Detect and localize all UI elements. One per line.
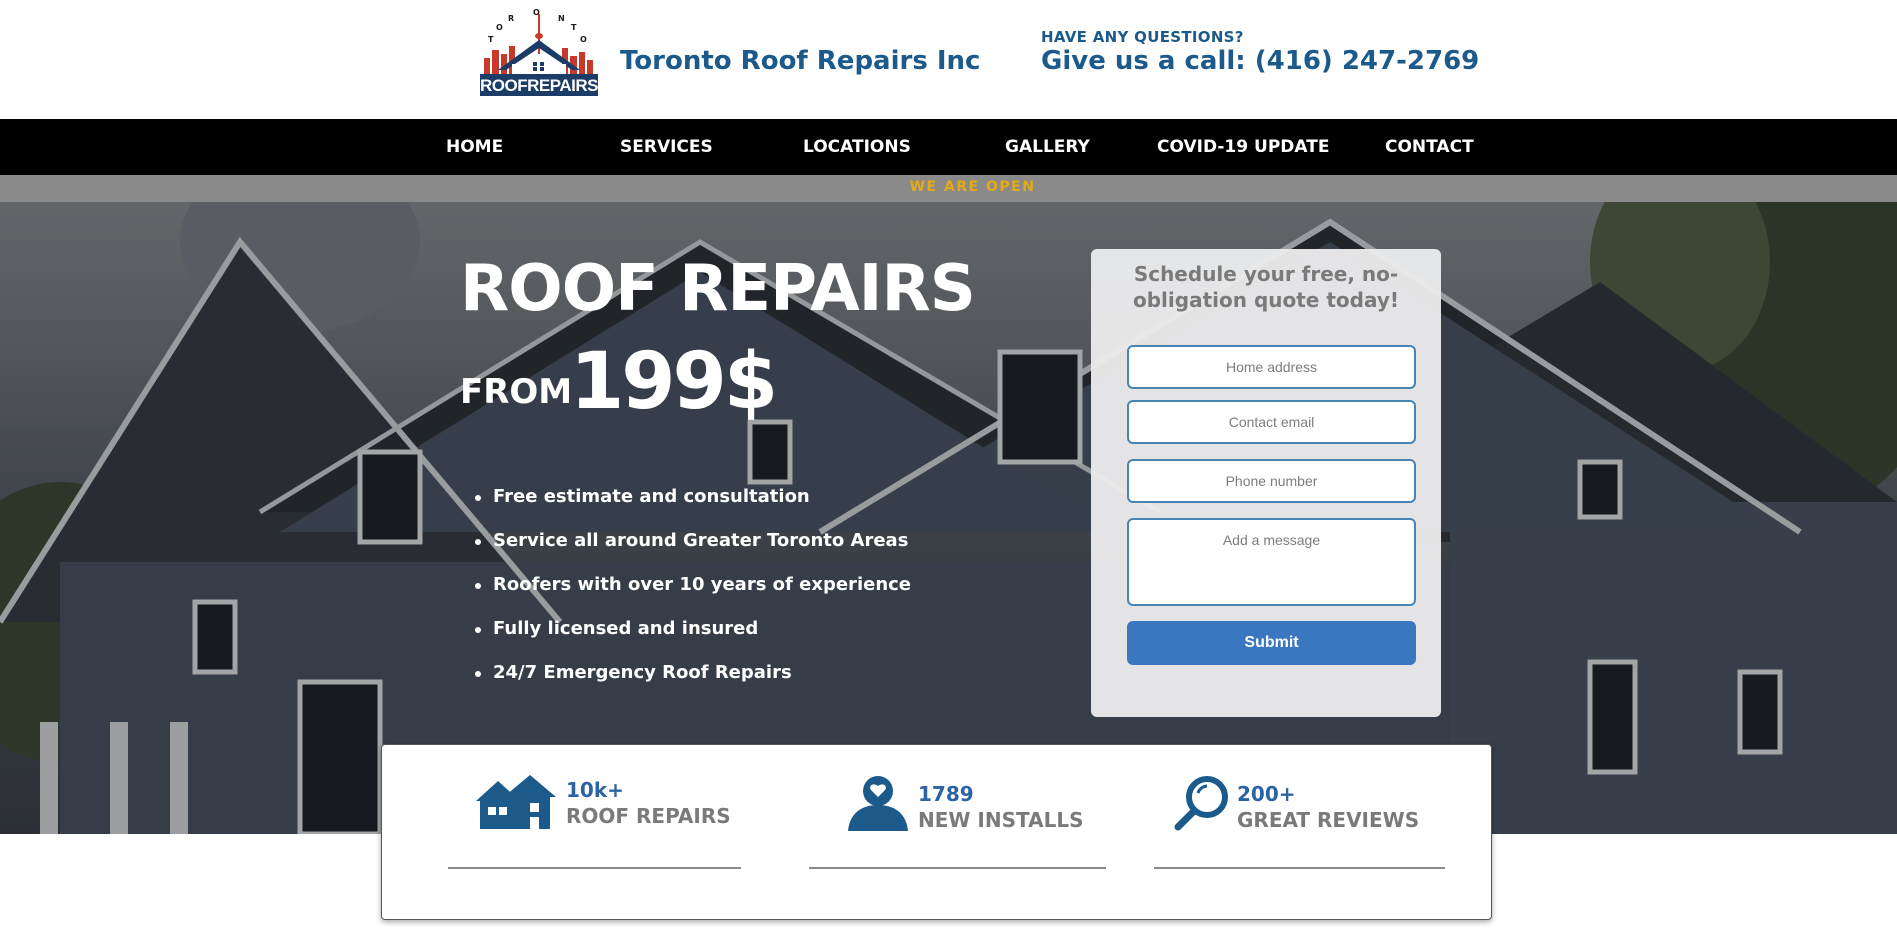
message-textarea[interactable] — [1127, 518, 1416, 606]
feature-item: Roofers with over 10 years of experience — [475, 574, 911, 618]
contact-email-input[interactable] — [1127, 400, 1416, 444]
hero-title: ROOF REPAIRS — [460, 252, 976, 326]
hero-price: 199$ — [570, 337, 778, 427]
logo-wordmark: ROOFREPAIRS — [480, 76, 598, 95]
hero-from-label: FROM — [460, 372, 573, 412]
magnifier-icon — [1174, 776, 1228, 831]
quote-form: Schedule your free, no-obligation quote … — [1091, 249, 1441, 717]
stat-number: 1789 — [918, 782, 974, 806]
phone-call-text[interactable]: Give us a call: (416) 247-2769 — [1041, 46, 1479, 76]
feature-item: Fully licensed and insured — [475, 618, 911, 662]
stats-card: 10k+ ROOF REPAIRS 1789 NEW INSTALLS 200+… — [381, 744, 1492, 920]
svg-text:R: R — [508, 14, 514, 23]
stat-label: NEW INSTALLS — [918, 808, 1084, 832]
feature-list: Free estimate and consultation Service a… — [475, 486, 911, 706]
main-nav: HOME SERVICES LOCATIONS GALLERY COVID-19… — [0, 119, 1897, 175]
user-heart-icon — [848, 776, 908, 831]
stat-divider — [448, 867, 741, 869]
feature-item: Service all around Greater Toronto Areas — [475, 530, 911, 574]
nav-services[interactable]: SERVICES — [620, 119, 713, 175]
questions-label: HAVE ANY QUESTIONS? — [1041, 28, 1244, 46]
site-header: TOR ONTO ROOFREPAIRS Toronto Roof Repair… — [0, 0, 1897, 119]
houses-icon — [476, 775, 556, 829]
open-status-text: WE ARE OPEN — [909, 179, 1036, 195]
svg-text:O: O — [580, 35, 587, 44]
nav-covid-update[interactable]: COVID-19 UPDATE — [1157, 119, 1329, 175]
nav-contact[interactable]: CONTACT — [1385, 119, 1474, 175]
stat-number: 10k+ — [566, 778, 624, 802]
brand-name[interactable]: Toronto Roof Repairs Inc — [620, 46, 980, 76]
quote-form-title: Schedule your free, no-obligation quote … — [1133, 262, 1399, 312]
stat-divider — [1154, 867, 1445, 869]
hero-section: ROOF REPAIRS FROM 199$ Free estimate and… — [0, 202, 1897, 834]
svg-text:O: O — [496, 23, 503, 32]
nav-gallery[interactable]: GALLERY — [1005, 119, 1090, 175]
feature-item: Free estimate and consultation — [475, 486, 911, 530]
svg-text:N: N — [558, 14, 565, 23]
stat-divider — [809, 867, 1106, 869]
svg-text:T: T — [488, 35, 494, 44]
stat-number: 200+ — [1237, 782, 1296, 806]
phone-number-input[interactable] — [1127, 459, 1416, 503]
stat-label: GREAT REVIEWS — [1237, 808, 1420, 832]
company-logo[interactable]: TOR ONTO ROOFREPAIRS — [478, 6, 600, 98]
nav-locations[interactable]: LOCATIONS — [803, 119, 911, 175]
home-address-input[interactable] — [1127, 345, 1416, 389]
svg-text:T: T — [571, 23, 577, 32]
submit-button[interactable]: Submit — [1127, 621, 1416, 665]
nav-home[interactable]: HOME — [446, 119, 503, 175]
feature-item: 24/7 Emergency Roof Repairs — [475, 662, 911, 706]
stat-label: ROOF REPAIRS — [566, 804, 731, 828]
open-status-bar: WE ARE OPEN — [0, 175, 1897, 202]
